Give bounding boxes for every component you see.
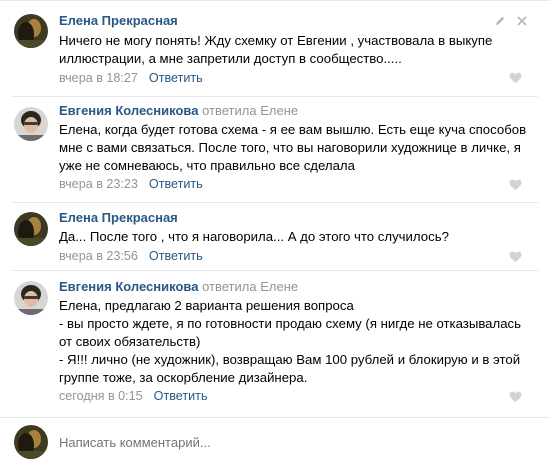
comment-header: Евгения Колесникова ответила Елене [59,279,298,294]
comment-text: Елена, предлагаю 2 варианта решения вопр… [59,298,522,385]
evgenia-avatar-image [14,107,48,141]
elena-avatar-image [14,212,48,246]
comment: Евгения Колесникова ответила Елене Елена… [0,271,550,417]
comment-meta: вчера в 23:23 Ответить [59,177,203,191]
avatar[interactable] [14,281,48,315]
avatar [14,425,48,459]
comment-tools [494,15,530,29]
comment-time[interactable]: вчера в 23:56 [59,249,138,263]
comment-time[interactable]: вчера в 23:23 [59,177,138,191]
reply-link[interactable]: Ответить [154,389,208,403]
comment-header: Елена Прекрасная [59,210,178,225]
author-name[interactable]: Евгения Колесникова [59,103,198,118]
comment-header: Елена Прекрасная [59,13,178,28]
author-name[interactable]: Елена Прекрасная [59,13,178,28]
replied-label: ответила [202,279,257,294]
author-name[interactable]: Евгения Колесникова [59,279,198,294]
comment-input[interactable] [59,432,529,452]
author-name[interactable]: Елена Прекрасная [59,210,178,225]
elena-avatar-image [14,425,48,459]
comment-text: Ничего не могу понять! Жду схемку от Евг… [59,33,493,66]
reply-link[interactable]: Ответить [149,249,203,263]
comment-header: Евгения Колесникова ответила Елене [59,103,298,118]
heart-icon[interactable] [509,179,522,191]
evgenia-avatar-image [14,281,48,315]
elena-avatar-image [14,14,48,48]
comment-meta: сегодня в 0:15 Ответить [59,389,208,403]
comment-text: Да... После того , что я наговорила... А… [59,229,449,244]
comment: Елена Прекрасная Ничего не могу понять! … [0,1,550,97]
comment-meta: вчера в 23:56 Ответить [59,249,203,263]
replied-label: ответила [202,103,257,118]
comment-time[interactable]: вчера в 18:27 [59,71,138,85]
comment-text: Елена, когда будет готова схема - я ее в… [59,122,527,173]
comment-meta: вчера в 18:27 Ответить [59,71,203,85]
close-icon[interactable] [516,15,528,27]
heart-icon[interactable] [509,72,522,84]
replied-to-link[interactable]: Елене [260,279,298,294]
comment: Елена Прекрасная Да... После того , что … [0,203,550,271]
reply-link[interactable]: Ответить [149,177,203,191]
comment-composer [0,417,550,463]
heart-icon[interactable] [509,251,522,263]
replied-to-link[interactable]: Елене [260,103,298,118]
comment: Евгения Колесникова ответила Елене Елена… [0,97,550,203]
avatar[interactable] [14,212,48,246]
heart-icon[interactable] [509,391,522,403]
comment-time[interactable]: сегодня в 0:15 [59,389,143,403]
reply-link[interactable]: Ответить [149,71,203,85]
comments-panel: Елена Прекрасная Ничего не могу понять! … [0,0,550,463]
avatar[interactable] [14,107,48,141]
avatar[interactable] [14,14,48,48]
pencil-icon[interactable] [494,15,506,27]
